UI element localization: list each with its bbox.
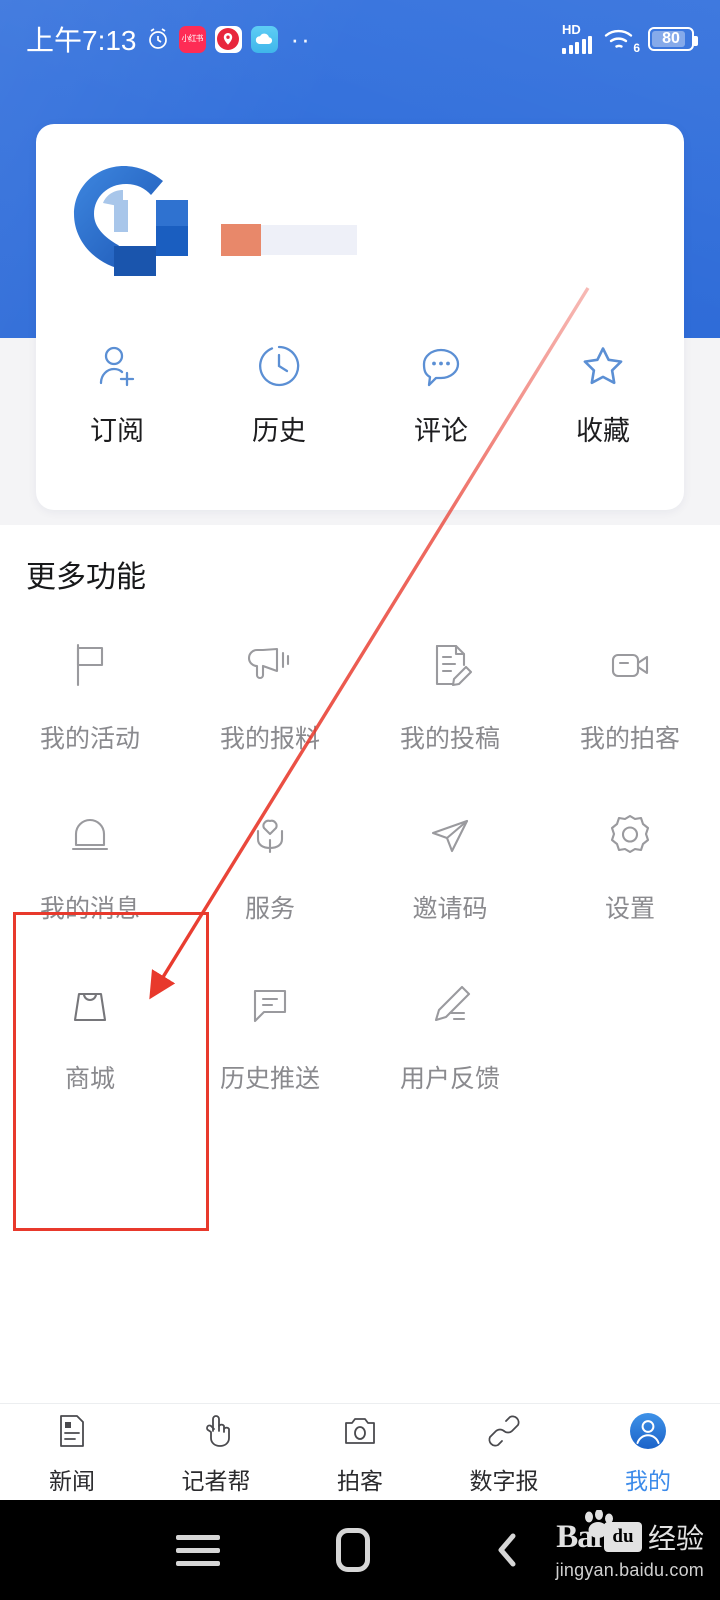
tab-reporter-help[interactable]: 记者帮 — [144, 1409, 288, 1496]
grid-item-label: 我的活动 — [39, 724, 140, 753]
hamburger-menu-icon[interactable] — [155, 1500, 241, 1600]
tab-label: 新闻 — [49, 1468, 95, 1495]
app-logo-avatar[interactable] — [66, 160, 196, 280]
quick-action-label: 订阅 — [90, 416, 144, 447]
tab-label: 拍客 — [337, 1468, 383, 1495]
status-bar: 上午7:13 小红书 ·· HD 6 80 — [0, 0, 720, 78]
paper-plane-icon — [422, 807, 478, 863]
wifi-icon: 6 — [603, 26, 640, 55]
quick-action-favorites[interactable]: 收藏 — [522, 340, 684, 448]
tab-label: 我的 — [625, 1468, 671, 1495]
user-plus-icon — [91, 340, 143, 392]
grid-item-label: 我的拍客 — [579, 724, 680, 753]
tab-label: 数字报 — [469, 1468, 539, 1495]
profile-header-row[interactable] — [36, 124, 684, 336]
grid-item-history-push[interactable]: 历史推送 — [180, 953, 360, 1123]
flag-icon — [62, 637, 118, 693]
xiaohongshu-icon: 小红书 — [178, 25, 206, 53]
phone-screen: 上午7:13 小红书 ·· HD 6 80 订阅 历史 评论 收藏 更多功能 我… — [0, 0, 720, 1600]
quick-actions-row: 订阅 历史 评论 收藏 — [36, 340, 684, 448]
tab-news[interactable]: 新闻 — [0, 1409, 144, 1496]
pencil-lines-icon — [422, 977, 478, 1033]
grid-item-invite-code[interactable]: 邀请码 — [360, 783, 540, 953]
grid-item-label: 我的投稿 — [399, 724, 500, 753]
message-square-icon — [242, 977, 298, 1033]
hand-pointer-icon — [194, 1409, 238, 1453]
grid-item-my-activity[interactable]: 我的活动 — [0, 613, 180, 783]
status-bar-right: HD 6 80 — [562, 22, 698, 55]
alarm-clock-icon — [146, 27, 170, 51]
grid-item-label: 服务 — [244, 894, 295, 923]
redaction-block-gray — [261, 225, 357, 255]
quick-action-label: 历史 — [252, 416, 306, 447]
grid-item-label: 用户反馈 — [399, 1064, 500, 1093]
grid-item-label: 商城 — [64, 1064, 115, 1093]
quick-action-label: 评论 — [414, 416, 468, 447]
status-time: 上午7:13 — [26, 25, 137, 56]
grid-item-user-feedback[interactable]: 用户反馈 — [360, 953, 540, 1123]
redaction-block-orange — [221, 224, 261, 256]
grid-item-my-videos[interactable]: 我的拍客 — [540, 613, 720, 783]
tab-digital-paper[interactable]: 数字报 — [432, 1409, 576, 1496]
quick-action-comments[interactable]: 评论 — [360, 340, 522, 448]
quick-action-subscribe[interactable]: 订阅 — [36, 340, 198, 448]
back-chevron-icon[interactable] — [465, 1500, 551, 1600]
grid-item-service[interactable]: 服务 — [180, 783, 360, 953]
document-edit-icon — [422, 637, 478, 693]
more-functions-section: 更多功能 我的活动 我的报料 我的投稿 我的拍客 我的消息 服务 邀请码 设置 … — [0, 525, 720, 1403]
hd-signal-icon: HD — [562, 22, 592, 54]
more-functions-title: 更多功能 — [26, 560, 146, 595]
star-icon — [577, 340, 629, 392]
gear-icon — [602, 807, 658, 863]
megaphone-icon — [242, 637, 298, 693]
location-app-icon — [214, 25, 242, 53]
grid-item-label: 历史推送 — [219, 1064, 320, 1093]
watermark-logo-row: Bai du 经验 — [556, 1509, 704, 1557]
watermark-url: jingyan.baidu.com — [555, 1560, 704, 1580]
comment-bubble-icon — [415, 340, 467, 392]
news-document-icon — [50, 1409, 94, 1453]
grid-item-mall[interactable]: 商城 — [0, 953, 180, 1123]
link-chain-icon — [482, 1409, 526, 1453]
status-bar-left: 上午7:13 小红书 ·· — [26, 19, 312, 59]
wifi-generation-label: 6 — [633, 41, 640, 55]
grid-item-settings[interactable]: 设置 — [540, 783, 720, 953]
grid-item-my-messages[interactable]: 我的消息 — [0, 783, 180, 953]
android-nav-bar: Bai du 经验 jingyan.baidu.com — [0, 1500, 720, 1600]
battery-icon: 80 — [648, 27, 698, 51]
tab-label: 记者帮 — [181, 1468, 251, 1495]
quick-action-history[interactable]: 历史 — [198, 340, 360, 448]
username-redacted — [221, 224, 357, 256]
hd-label: HD — [562, 22, 581, 37]
profile-card[interactable]: 订阅 历史 评论 收藏 — [36, 124, 684, 510]
grid-item-label: 设置 — [604, 894, 655, 923]
shopping-bag-icon — [62, 977, 118, 1033]
camera-icon — [338, 1409, 382, 1453]
baidu-jingyan-watermark: Bai du 经验 jingyan.baidu.com — [555, 1509, 704, 1581]
cloud-app-icon — [250, 25, 278, 53]
grid-item-my-submission[interactable]: 我的投稿 — [360, 613, 540, 783]
home-square-icon[interactable] — [310, 1500, 396, 1600]
person-circle-icon — [626, 1409, 670, 1453]
grid-item-label: 我的报料 — [219, 724, 320, 753]
tab-photographer[interactable]: 拍客 — [288, 1409, 432, 1496]
tab-mine[interactable]: 我的 — [576, 1409, 720, 1496]
heart-hands-icon — [242, 807, 298, 863]
paw-print-icon — [578, 1509, 618, 1540]
grid-item-label: 邀请码 — [412, 894, 488, 923]
more-functions-grid: 我的活动 我的报料 我的投稿 我的拍客 我的消息 服务 邀请码 设置 商城 历史… — [0, 613, 720, 1123]
overflow-dots-icon: ·· — [290, 24, 312, 54]
battery-level: 80 — [662, 30, 680, 47]
signal-bars-icon — [562, 36, 592, 54]
quick-action-label: 收藏 — [576, 416, 630, 447]
bell-icon — [62, 807, 118, 863]
grid-item-my-tipoff[interactable]: 我的报料 — [180, 613, 360, 783]
grid-item-label: 我的消息 — [39, 894, 140, 923]
clock-icon — [253, 340, 305, 392]
video-camera-icon — [602, 637, 658, 693]
bottom-tab-bar: 新闻 记者帮 拍客 数字报 我的 — [0, 1403, 720, 1500]
watermark-suffix: 经验 — [647, 1522, 704, 1555]
